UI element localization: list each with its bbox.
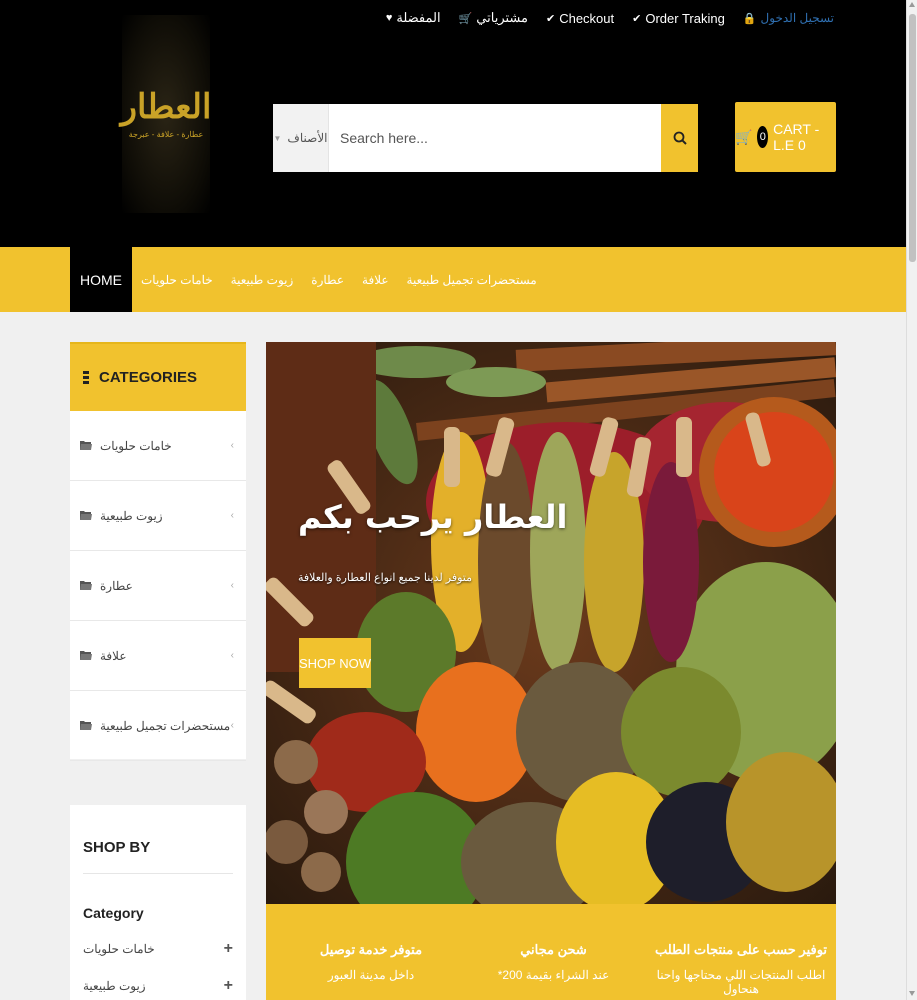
main-nav: HOME خامات حلويات زيوت طبيعية عطارة علاف… <box>0 247 906 312</box>
cart-label: CART - L.E 0 <box>773 121 820 153</box>
search-icon <box>673 131 687 145</box>
cart-icon: 🛒 <box>458 12 473 25</box>
nav-item-natural-cosmetics[interactable]: مستحضرات تجميل طبيعية <box>398 247 546 312</box>
site-logo[interactable]: العطار عطارة - علافة - عبرجة <box>120 15 212 213</box>
feature-text: اطلب المنتجات اللي محتاجها واحنا هنحاول <box>656 968 826 996</box>
category-item-label: زيوت طبيعية <box>100 508 163 523</box>
category-select[interactable]: ▼ الأصناف <box>273 104 329 172</box>
order-tracking-label: Order Traking <box>645 10 725 26</box>
nav-item-sweets-supplies[interactable]: خامات حلويات <box>132 247 222 312</box>
feature-free-shipping: شحن مجاني *عند الشراء بقيمة 200 <box>481 942 626 982</box>
page-scrollbar[interactable] <box>906 0 917 1000</box>
hero-banner: العطار يرحب بكم متوفر لدينا جميع انواع ا… <box>266 342 836 904</box>
favorites-link[interactable]: ♥ المفضلة <box>386 10 441 26</box>
shop-now-button[interactable]: SHOP NOW <box>299 638 371 688</box>
filter-row[interactable]: خامات حلويات + <box>83 940 233 958</box>
category-item-label: خامات حلويات <box>100 438 172 453</box>
favorites-label: المفضلة <box>396 10 441 25</box>
cart-button[interactable]: 🛒 0 CART - L.E 0 <box>735 102 836 172</box>
nav-item-natural-oils[interactable]: زيوت طبيعية <box>222 247 303 312</box>
plus-icon[interactable]: + <box>224 940 233 958</box>
checkout-link[interactable]: ✔ Checkout <box>546 11 614 26</box>
folder-icon <box>80 511 92 520</box>
feature-title: متوفر خدمة توصيل <box>319 942 423 957</box>
spices-photo <box>266 342 836 904</box>
banner-subtitle: متوفر لدينا جميع انواع العطارة والعلافة <box>298 572 473 584</box>
folder-icon <box>80 651 92 660</box>
shop-by-panel: SHOP BY Category خامات حلويات + زيوت طبي… <box>70 805 246 1000</box>
purchases-link[interactable]: 🛒 مشترياتي <box>459 10 528 26</box>
site-header: ♥ المفضلة 🛒 مشترياتي ✔ Checkout ✔ Order Trak… <box>0 0 906 247</box>
folder-icon <box>80 441 92 450</box>
purchases-label: مشترياتي <box>476 10 528 25</box>
search-bar: ▼ الأصناف <box>273 104 698 172</box>
feature-delivery: متوفر خدمة توصيل داخل مدينة العبور <box>296 942 446 982</box>
scroll-up-icon[interactable] <box>909 2 915 7</box>
category-item-label: عطارة <box>100 578 133 593</box>
caret-down-icon: ▼ <box>273 133 282 143</box>
features-strip: متوفر خدمة توصيل داخل مدينة العبور شحن م… <box>266 904 836 1000</box>
category-item[interactable]: علافة ‹ <box>70 621 246 691</box>
lock-icon: 🔒 <box>742 12 757 25</box>
shop-by-title: SHOP BY <box>83 839 233 874</box>
logo-tagline: عطارة - علافة - عبرجة <box>128 129 204 139</box>
check-icon: ✔ <box>632 12 642 25</box>
nav-item-feed[interactable]: علافة <box>353 247 398 312</box>
category-item[interactable]: خامات حلويات ‹ <box>70 411 246 481</box>
category-item[interactable]: زيوت طبيعية ‹ <box>70 481 246 551</box>
search-input[interactable] <box>329 104 661 172</box>
top-links: ♥ المفضلة 🛒 مشترياتي ✔ Checkout ✔ Order Trak… <box>386 10 834 26</box>
cart-count-badge: 0 <box>757 126 769 148</box>
category-item-label: مستحضرات تجميل طبيعية <box>100 718 231 733</box>
filter-label: زيوت طبيعية <box>83 979 146 993</box>
categories-header: CATEGORIES <box>70 342 246 411</box>
login-label: تسجيل الدخول <box>760 11 834 25</box>
categories-panel: CATEGORIES خامات حلويات ‹ زيوت طبيعية ‹ … <box>70 342 246 761</box>
check-icon: ✔ <box>545 12 556 25</box>
heart-icon: ♥ <box>385 12 393 24</box>
category-item-label: علافة <box>100 648 127 663</box>
categories-title: CATEGORIES <box>99 369 198 386</box>
chevron-left-icon: ‹ <box>230 440 234 451</box>
chevron-left-icon: ‹ <box>230 510 234 521</box>
login-link[interactable]: 🔒 تسجيل الدخول <box>743 11 834 25</box>
scroll-thumb[interactable] <box>909 14 916 262</box>
filter-label: خامات حلويات <box>83 942 155 956</box>
category-select-label: الأصناف <box>287 131 328 145</box>
checkout-label: Checkout <box>559 10 615 26</box>
feature-text: داخل مدينة العبور <box>327 968 415 982</box>
cart-icon: 🛒 <box>735 128 753 145</box>
shop-by-subtitle: Category <box>83 905 144 921</box>
folder-icon <box>80 581 92 590</box>
logo-text: العطار <box>120 86 212 127</box>
banner-title: العطار يرحب بكم <box>298 498 568 536</box>
nav-item-herbs[interactable]: عطارة <box>302 247 353 312</box>
nav-item-home[interactable]: HOME <box>70 247 132 312</box>
feature-text: *عند الشراء بقيمة 200 <box>497 968 610 982</box>
folder-icon <box>80 721 92 730</box>
feature-title: شحن مجاني <box>520 942 587 957</box>
search-button[interactable] <box>661 104 698 172</box>
scroll-down-icon[interactable] <box>909 991 915 996</box>
menu-icon <box>83 371 89 384</box>
chevron-left-icon: ‹ <box>230 650 234 661</box>
category-item[interactable]: مستحضرات تجميل طبيعية ‹ <box>70 691 246 761</box>
chevron-left-icon: ‹ <box>230 580 234 591</box>
feature-title: توفير حسب على منتجات الطلب <box>654 942 828 957</box>
chevron-left-icon: ‹ <box>230 720 234 731</box>
feature-on-demand: توفير حسب على منتجات الطلب اطلب المنتجات… <box>651 942 831 996</box>
filter-row[interactable]: زيوت طبيعية + <box>83 977 233 995</box>
category-item[interactable]: عطارة ‹ <box>70 551 246 621</box>
plus-icon[interactable]: + <box>224 977 233 995</box>
order-tracking-link[interactable]: ✔ Order Traking <box>632 11 725 26</box>
